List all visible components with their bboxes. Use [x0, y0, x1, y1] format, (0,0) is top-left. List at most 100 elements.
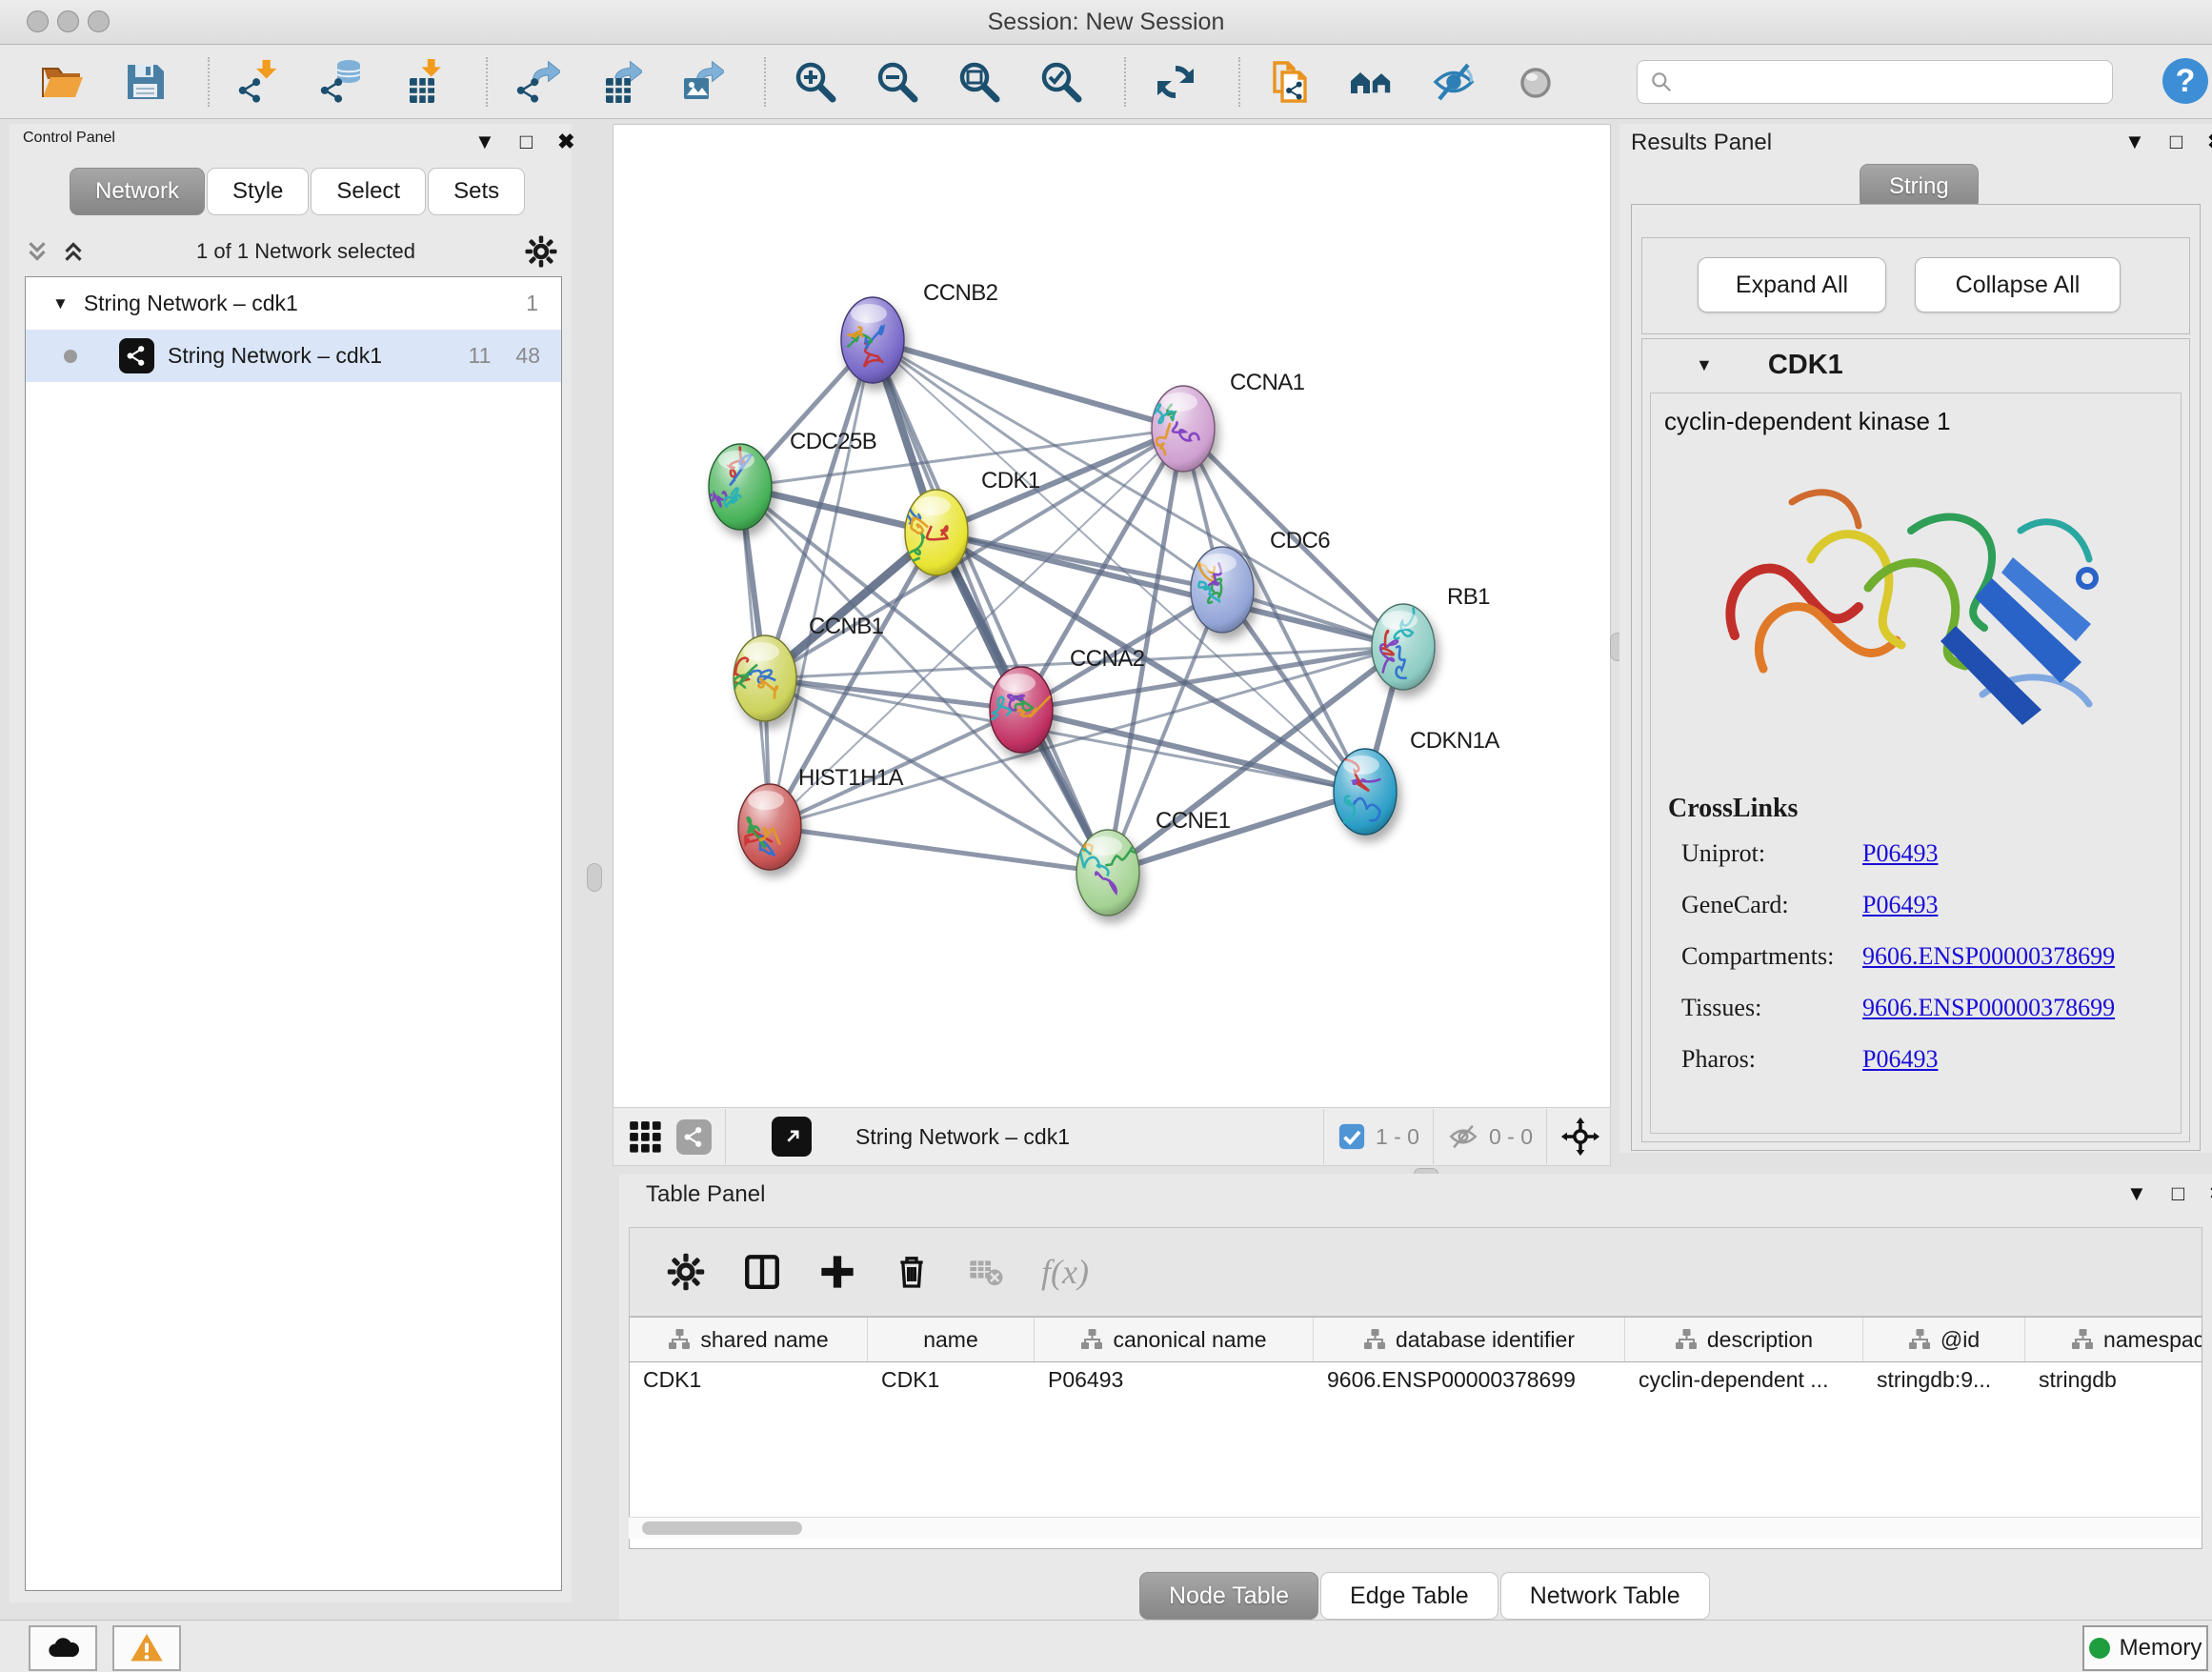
network-row[interactable]: String Network – cdk1 11 48 [26, 330, 561, 382]
zoom-in-button[interactable] [791, 57, 840, 107]
table-cell[interactable]: P06493 [1048, 1367, 1310, 1393]
zoom-fit-button[interactable] [955, 57, 1004, 107]
crosslink-link[interactable]: 9606.ENSP00000378699 [1862, 994, 2115, 1022]
tab-node-table[interactable]: Node Table [1139, 1572, 1318, 1620]
network-node-CCNA2[interactable] [990, 667, 1053, 753]
panel-close-icon[interactable]: ✖ [2207, 130, 2212, 154]
network-options-gear-icon[interactable] [524, 234, 558, 269]
refresh-view-button[interactable] [1151, 57, 1200, 107]
column-header-shared-name[interactable]: shared name [630, 1318, 868, 1361]
save-session-button[interactable] [120, 57, 170, 107]
table-horizontal-scrollbar[interactable] [629, 1517, 2201, 1539]
network-edge-CCNB2-HIST1H1A[interactable] [770, 340, 873, 827]
panel-menu-icon[interactable]: ▼ [2124, 130, 2145, 154]
tab-edge-table[interactable]: Edge Table [1320, 1572, 1498, 1620]
create-column-icon[interactable] [818, 1253, 856, 1291]
zoom-out-button[interactable] [873, 57, 922, 107]
open-session-button[interactable] [38, 57, 88, 107]
expand-all-icon[interactable] [59, 237, 88, 266]
network-edge-CCNB1-CCNA2[interactable] [765, 678, 1021, 710]
network-node-CCNB2[interactable] [841, 297, 904, 383]
panel-menu-icon[interactable]: ▼ [2126, 1181, 2147, 1206]
table-cell[interactable]: cyclin-dependent ... [1639, 1367, 1860, 1393]
table-cell[interactable]: 9606.ENSP00000378699 [1327, 1367, 1621, 1393]
network-node-CDKN1A[interactable] [1334, 749, 1397, 835]
column-header-name[interactable]: name [868, 1318, 1035, 1361]
export-image-button[interactable] [676, 57, 726, 107]
column-header-description[interactable]: description [1625, 1318, 1863, 1361]
panel-float-icon[interactable]: □ [2170, 130, 2182, 154]
help-button[interactable]: ? [2162, 58, 2208, 104]
import-string-button[interactable] [1265, 57, 1315, 107]
column-header-database-identifier[interactable]: database identifier [1314, 1318, 1625, 1361]
import-network-file-button[interactable] [234, 57, 284, 107]
export-table-button[interactable] [594, 57, 644, 107]
collection-disclosure-icon[interactable]: ▼ [52, 294, 69, 313]
show-columns-icon[interactable] [742, 1252, 782, 1292]
network-edge-CDKN1A-CCNE1[interactable] [1108, 792, 1365, 873]
panel-close-icon[interactable]: ✖ [557, 130, 574, 154]
cloud-status-button[interactable] [29, 1625, 97, 1671]
network-edge-CCNE1-HIST1H1A[interactable] [770, 827, 1108, 873]
network-node-RB1[interactable] [1372, 604, 1435, 690]
hide-panel-button[interactable] [1429, 57, 1478, 107]
hidden-eye-slash-icon[interactable] [1447, 1120, 1479, 1153]
tab-network[interactable]: Network [70, 168, 205, 215]
open-in-new-window-icon[interactable] [772, 1117, 812, 1157]
network-edge-CCNB2-RB1[interactable] [873, 340, 1403, 647]
table-cell[interactable]: stringdb [2039, 1367, 2202, 1393]
search-input[interactable] [1674, 65, 2112, 99]
panel-menu-icon[interactable]: ▼ [474, 130, 495, 154]
network-edge-CCNB2-CCNE1[interactable] [873, 340, 1108, 873]
network-edge-CDK1-RB1[interactable] [936, 533, 1403, 647]
crosslink-link[interactable]: P06493 [1862, 839, 1938, 868]
tab-sets[interactable]: Sets [428, 168, 525, 215]
delete-column-icon[interactable] [893, 1253, 931, 1291]
network-node-HIST1H1A[interactable] [738, 784, 801, 870]
string-home-button[interactable] [1347, 57, 1397, 107]
tab-select[interactable]: Select [311, 168, 426, 215]
pan-crosshair-icon[interactable] [1560, 1117, 1600, 1157]
network-node-CCNA1[interactable] [1151, 386, 1215, 472]
import-network-database-button[interactable] [316, 57, 366, 107]
network-canvas[interactable]: CCNB2CCNA1CDC25BCDK1CDC6RB1CCNB1CCNA2CDK… [613, 124, 1611, 1109]
crosslink-link[interactable]: 9606.ENSP00000378699 [1862, 942, 2115, 971]
panel-float-icon[interactable]: □ [520, 130, 533, 154]
column-header-canonical-name[interactable]: canonical name [1035, 1318, 1314, 1361]
collapse-all-button[interactable]: Collapse All [1915, 257, 2121, 312]
table-options-gear-icon[interactable] [666, 1252, 706, 1292]
table-cell[interactable]: CDK1 [643, 1367, 864, 1393]
selected-checkbox-icon[interactable] [1337, 1122, 1366, 1151]
network-collection-row[interactable]: ▼ String Network – cdk1 1 [26, 277, 561, 330]
scrollbar-thumb[interactable] [642, 1521, 802, 1535]
crosslink-link[interactable]: P06493 [1862, 1045, 1938, 1074]
node-table[interactable]: shared namenamecanonical namedatabase id… [629, 1317, 2202, 1549]
network-edge-CCNB2-CCNA1[interactable] [873, 340, 1183, 429]
crosslink-link[interactable]: P06493 [1862, 891, 1938, 919]
zoom-selected-button[interactable] [1036, 57, 1086, 107]
warning-status-button[interactable] [112, 1625, 181, 1671]
left-splitter-handle[interactable] [587, 863, 602, 892]
export-network-button[interactable] [513, 57, 562, 107]
collapse-all-icon[interactable] [23, 237, 51, 266]
table-cell[interactable]: stringdb:9... [1877, 1367, 2021, 1393]
network-node-CCNB1[interactable] [732, 635, 796, 721]
import-table-button[interactable] [398, 57, 448, 107]
tab-network-table[interactable]: Network Table [1500, 1572, 1710, 1620]
node-entry-header[interactable]: ▼ CDK1 [1642, 339, 2189, 391]
grid-view-icon[interactable] [627, 1118, 663, 1155]
panel-float-icon[interactable]: □ [2172, 1181, 2184, 1206]
tab-string[interactable]: String [1860, 164, 1979, 210]
column-header-namespace[interactable]: namespace [2025, 1318, 2202, 1361]
network-node-CCNE1[interactable] [1072, 830, 1144, 916]
table-cell[interactable]: CDK1 [881, 1367, 1031, 1393]
column-header--id[interactable]: @id [1863, 1318, 2025, 1361]
tab-style[interactable]: Style [207, 168, 309, 215]
memory-button[interactable]: Memory [2082, 1625, 2208, 1671]
expand-all-button[interactable]: Expand All [1698, 257, 1886, 312]
string-view-icon[interactable] [676, 1119, 712, 1155]
entry-disclosure-icon[interactable]: ▼ [1696, 355, 1713, 375]
network-node-CDC25B[interactable] [709, 444, 772, 530]
network-node-CDC6[interactable] [1191, 547, 1254, 633]
show-lens-button[interactable] [1511, 57, 1560, 107]
